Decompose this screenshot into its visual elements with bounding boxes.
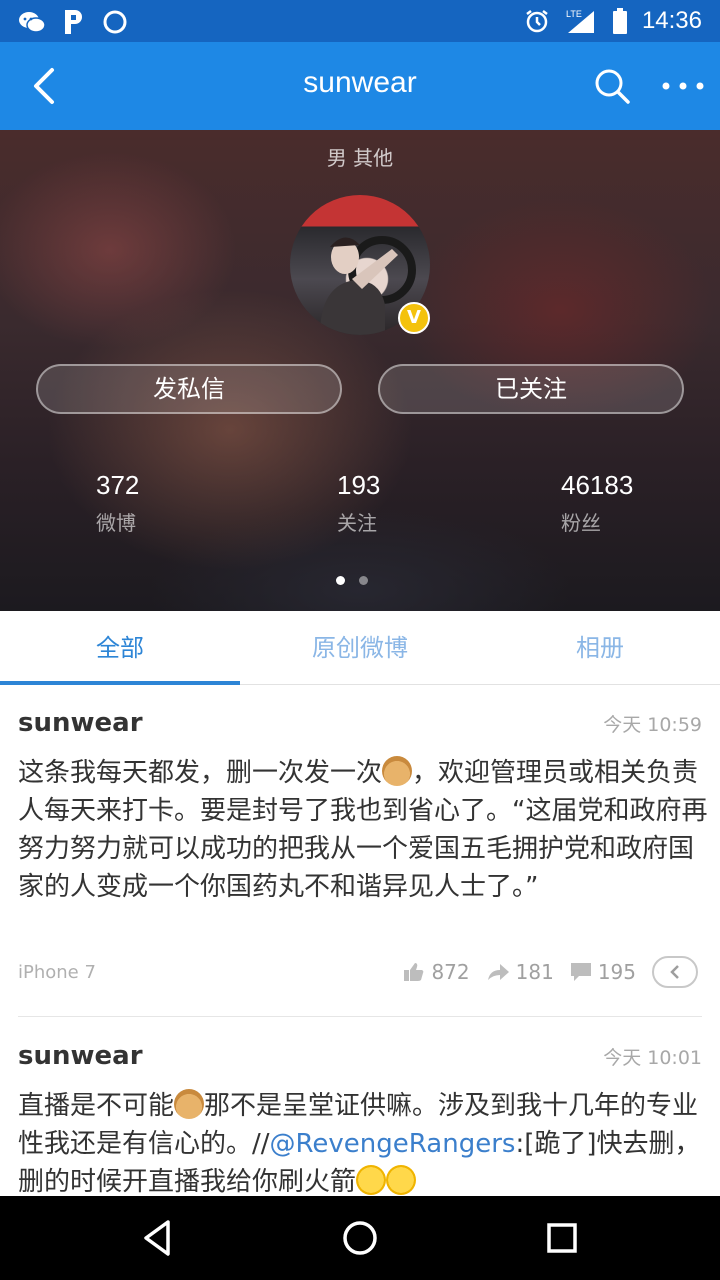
post-item[interactable]: sunwear 今天 10:59 这条我每天都发，删一次发一次 ，欢迎管理员或相关… [0, 686, 720, 1016]
nav-home-icon[interactable] [336, 1216, 384, 1260]
stat-posts-label: 微博 [96, 511, 136, 535]
title-bar: sunwear [0, 42, 720, 130]
stat-following-label: 关注 [337, 511, 377, 535]
alarm-icon [524, 8, 550, 34]
comment-icon [570, 963, 591, 981]
post-text-part: 直播是不可能 [18, 1091, 175, 1121]
doge-emoji-icon [174, 1089, 205, 1119]
chevron-left-icon [670, 965, 679, 979]
gender-region: 男 其他 [326, 146, 394, 170]
search-icon[interactable] [588, 62, 636, 110]
lte-label: LTE [566, 9, 582, 19]
status-right-icons: LTE 14:36 [524, 6, 702, 36]
post-actions: 872 181 195 [403, 956, 698, 988]
tab-bar: 全部 原创微博 相册 [0, 611, 720, 685]
doge-emoji-icon [382, 756, 413, 786]
pay-icon [62, 8, 86, 36]
stat-following-count: 193 [337, 470, 381, 500]
grin-emoji-icon [386, 1165, 417, 1195]
post-author[interactable]: sunwear [18, 1041, 143, 1071]
wechat-icon [18, 10, 46, 34]
nav-back-icon[interactable] [134, 1216, 182, 1260]
page-dot-active [336, 576, 345, 585]
tab-indicator [0, 681, 240, 685]
post-more-button[interactable] [652, 956, 698, 988]
navigation-bar [0, 1196, 720, 1280]
repost-count: 181 [515, 960, 554, 984]
comment-button[interactable]: 195 [570, 960, 636, 984]
post-time: 今天 10:59 [603, 714, 702, 736]
page-dot [359, 576, 368, 585]
mention-link[interactable]: @RevengeRangers [270, 1129, 516, 1159]
stat-fans-count: 46183 [561, 470, 634, 500]
post-item[interactable]: sunwear 今天 10:01 直播是不可能 那不是呈堂证供嘛。涉及到我十几年的… [0, 1017, 720, 1196]
tab-all[interactable]: 全部 [0, 611, 240, 685]
tab-album[interactable]: 相册 [480, 611, 720, 685]
stat-fans-label: 粉丝 [561, 511, 601, 535]
like-count: 872 [431, 960, 470, 984]
stat-following[interactable]: 193 关注 [337, 470, 537, 536]
repost-button[interactable]: 181 [486, 960, 554, 984]
nav-recents-icon[interactable] [538, 1216, 586, 1260]
status-left-icons [18, 8, 128, 36]
send-message-button[interactable]: 发私信 [36, 364, 342, 414]
circle-icon [102, 9, 128, 35]
stat-fans[interactable]: 46183 粉丝 [561, 470, 720, 536]
stat-posts-count: 372 [96, 470, 140, 500]
post-source: iPhone 7 [18, 962, 96, 983]
grin-emoji-icon [356, 1165, 387, 1195]
post-author[interactable]: sunwear [18, 708, 143, 738]
lte-signal-icon: LTE [564, 7, 598, 35]
more-icon[interactable] [656, 62, 710, 110]
thumbs-up-icon [404, 963, 424, 981]
tab-original[interactable]: 原创微博 [240, 611, 480, 685]
profile-header: 男 其他 V 发私信 已关注 372 微博 193 关注 46183 粉丝 [0, 130, 720, 611]
post-text[interactable]: 直播是不可能 那不是呈堂证供嘛。涉及到我十几年的专业性我还是有信心的。//@Rev… [18, 1087, 708, 1196]
status-bar: LTE 14:36 [0, 0, 720, 42]
stat-posts[interactable]: 372 微博 [96, 470, 296, 536]
feed-list[interactable]: sunwear 今天 10:59 这条我每天都发，删一次发一次 ，欢迎管理员或相关… [0, 686, 720, 1196]
like-button[interactable]: 872 [403, 960, 470, 984]
battery-icon [612, 7, 628, 35]
post-time: 今天 10:01 [603, 1047, 702, 1069]
status-time: 14:36 [641, 7, 702, 34]
verified-badge-icon: V [398, 302, 430, 334]
following-button[interactable]: 已关注 [378, 364, 684, 414]
post-text-part: 这条我每天都发，删一次发一次 [18, 758, 383, 788]
repost-icon [487, 964, 509, 980]
comment-count: 195 [597, 960, 636, 984]
post-text[interactable]: 这条我每天都发，删一次发一次 ，欢迎管理员或相关负责人每天来打卡。要是封号了我也到… [18, 754, 708, 906]
